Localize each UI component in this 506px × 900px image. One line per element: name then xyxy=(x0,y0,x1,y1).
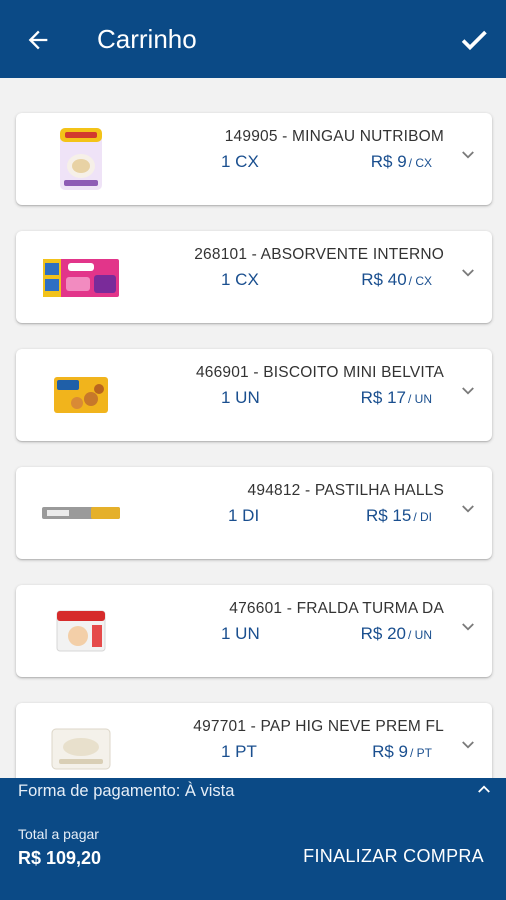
cart-item[interactable]: 497701 - PAP HIG NEVE PREM FL 1 PT R$ 9/… xyxy=(16,703,492,778)
expand-button[interactable] xyxy=(456,379,480,403)
product-name: 466901 - BISCOITO MINI BELVITA xyxy=(195,364,444,381)
chevron-down-icon xyxy=(462,387,474,395)
cart-list[interactable]: 149905 - MINGAU NUTRIBOM 1 CX R$ 9/ CX 2… xyxy=(0,78,506,778)
price-value: R$ 20 xyxy=(360,624,406,643)
confirm-button[interactable] xyxy=(456,22,492,58)
app-bar: Carrinho xyxy=(0,0,506,78)
finalize-purchase-button[interactable]: FINALIZAR COMPRA xyxy=(303,846,484,867)
product-image xyxy=(38,479,124,547)
product-image xyxy=(38,125,124,193)
price-value: R$ 9 xyxy=(372,742,408,761)
product-quantity: 1 UN xyxy=(221,624,260,643)
product-quantity: 1 DI xyxy=(228,506,260,525)
product-image xyxy=(38,597,124,665)
price-unit: / UN xyxy=(408,628,432,642)
arrow-left-icon xyxy=(28,30,48,50)
product-price: R$ 9/ CX xyxy=(371,152,432,172)
product-name: 149905 - MINGAU NUTRIBOM xyxy=(224,128,444,145)
product-price: R$ 20/ UN xyxy=(361,624,432,644)
chevron-down-icon xyxy=(462,623,474,631)
product-quantity: 1 PT xyxy=(221,742,257,761)
price-value: R$ 17 xyxy=(360,388,406,407)
price-value: R$ 9 xyxy=(370,152,407,171)
chevron-down-icon xyxy=(462,741,474,749)
price-value: R$ 40 xyxy=(361,270,407,289)
product-image xyxy=(38,715,124,778)
chevron-down-icon xyxy=(462,151,474,159)
page-title: Carrinho xyxy=(97,24,197,54)
checkout-footer: Forma de pagamento: À vista Total a paga… xyxy=(0,778,506,900)
price-unit: / DI xyxy=(413,510,432,524)
expand-button[interactable] xyxy=(456,261,480,285)
product-price: R$ 17/ UN xyxy=(361,388,432,408)
cart-item[interactable]: 476601 - FRALDA TURMA DA 1 UN R$ 20/ UN xyxy=(16,585,492,677)
chevron-down-icon xyxy=(462,269,474,277)
payment-toggle-button[interactable] xyxy=(470,778,498,800)
price-value: R$ 15 xyxy=(365,506,412,525)
product-name: 476601 - FRALDA TURMA DA xyxy=(229,600,444,617)
product-image xyxy=(38,243,124,311)
product-price: R$ 15/ DI xyxy=(366,506,432,526)
expand-button[interactable] xyxy=(456,143,480,167)
back-button[interactable] xyxy=(20,22,56,58)
total-value: R$ 109,20 xyxy=(18,848,102,868)
cart-item[interactable]: 149905 - MINGAU NUTRIBOM 1 CX R$ 9/ CX xyxy=(16,113,492,205)
expand-button[interactable] xyxy=(456,733,480,757)
product-quantity: 1 CX xyxy=(221,152,259,171)
cart-item[interactable]: 268101 - ABSORVENTE INTERNO 1 CX R$ 40/ … xyxy=(16,231,492,323)
total-label: Total a pagar xyxy=(18,826,99,842)
product-price: R$ 9/ PT xyxy=(372,742,432,762)
product-name: 268101 - ABSORVENTE INTERNO xyxy=(194,246,444,263)
check-icon xyxy=(461,30,487,51)
chevron-up-icon xyxy=(478,785,490,793)
product-name: 494812 - PASTILHA HALLS xyxy=(247,482,444,499)
payment-method[interactable]: Forma de pagamento: À vista xyxy=(18,782,234,801)
product-price: R$ 40/ CX xyxy=(361,270,432,290)
price-unit: / CX xyxy=(408,156,432,170)
cart-item[interactable]: 466901 - BISCOITO MINI BELVITA 1 UN R$ 1… xyxy=(16,349,492,441)
chevron-down-icon xyxy=(462,505,474,513)
cart-item[interactable]: 494812 - PASTILHA HALLS 1 DI R$ 15/ DI xyxy=(16,467,492,559)
product-quantity: 1 UN xyxy=(221,388,260,407)
price-unit: / UN xyxy=(408,392,432,406)
product-image xyxy=(38,361,124,429)
price-unit: / CX xyxy=(408,274,432,288)
price-unit: / PT xyxy=(409,746,432,760)
expand-button[interactable] xyxy=(456,497,480,521)
expand-button[interactable] xyxy=(456,615,480,639)
product-name: 497701 - PAP HIG NEVE PREM FL xyxy=(193,718,444,735)
product-quantity: 1 CX xyxy=(221,270,259,289)
